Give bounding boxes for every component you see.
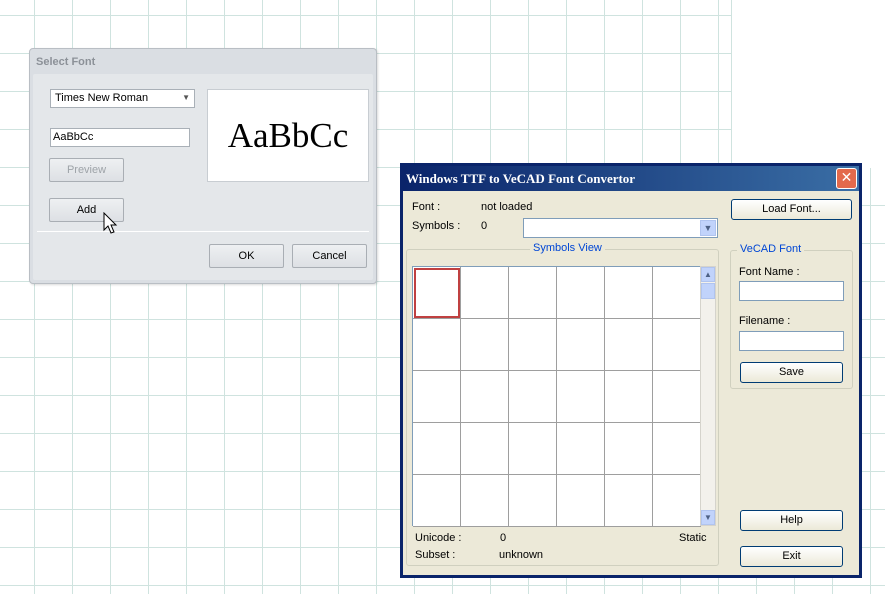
font-family-select[interactable]: Times New Roman ▼: [50, 89, 195, 108]
font-label: Font :: [412, 201, 441, 213]
font-preview-text: AaBbCc: [227, 116, 349, 155]
symbols-scrollbar[interactable]: ▲ ▼: [700, 266, 716, 526]
font-family-value: Times New Roman: [55, 92, 149, 104]
preview-button[interactable]: Preview: [49, 158, 124, 182]
symbol-cell[interactable]: [509, 475, 557, 527]
symbol-cell[interactable]: [461, 475, 509, 527]
symbol-cell[interactable]: [461, 423, 509, 475]
symbol-cell[interactable]: [557, 371, 605, 423]
symbol-cell[interactable]: [557, 475, 605, 527]
static-label: Static: [679, 532, 707, 544]
symbol-cell[interactable]: [653, 267, 701, 319]
symbol-cell[interactable]: [461, 267, 509, 319]
chevron-down-icon: ▼: [182, 93, 190, 102]
symbol-cell[interactable]: [461, 371, 509, 423]
symbol-cell[interactable]: [605, 371, 653, 423]
dialog-title: Select Font: [36, 56, 96, 68]
font-convertor-window: Windows TTF to VeCAD Font Convertor ✕ Fo…: [400, 163, 862, 578]
symbol-cell[interactable]: [605, 319, 653, 371]
symbols-combo[interactable]: ▼: [523, 218, 718, 238]
close-icon[interactable]: ✕: [836, 168, 857, 189]
cancel-button[interactable]: Cancel: [292, 244, 367, 268]
window-titlebar[interactable]: Windows TTF to VeCAD Font Convertor ✕: [403, 166, 859, 191]
symbol-cell[interactable]: [605, 475, 653, 527]
symbols-grid: [412, 266, 701, 527]
symbol-cell[interactable]: [509, 371, 557, 423]
save-button[interactable]: Save: [740, 362, 843, 383]
unicode-label: Unicode :: [415, 532, 462, 544]
symbol-cell[interactable]: [557, 319, 605, 371]
divider: [37, 231, 369, 232]
symbols-label: Symbols :: [412, 220, 461, 232]
canvas-white-area: [731, 0, 885, 168]
symbol-cell[interactable]: [653, 371, 701, 423]
symbol-cell[interactable]: [413, 267, 461, 319]
sample-text-input[interactable]: AaBbCc: [50, 128, 190, 147]
symbol-cell[interactable]: [605, 423, 653, 475]
symbol-cell[interactable]: [653, 319, 701, 371]
font-value: not loaded: [481, 201, 533, 213]
symbol-cell[interactable]: [413, 475, 461, 527]
select-font-dialog: Select Font Times New Roman ▼ AaBbCc Pre…: [29, 48, 377, 284]
symbol-cell[interactable]: [557, 423, 605, 475]
filename-label: Filename :: [739, 315, 791, 327]
symbol-cell[interactable]: [413, 371, 461, 423]
symbol-cell[interactable]: [413, 423, 461, 475]
unicode-value: 0: [500, 532, 507, 544]
chevron-down-icon[interactable]: ▼: [701, 510, 715, 525]
exit-button[interactable]: Exit: [740, 546, 843, 567]
load-font-button[interactable]: Load Font...: [731, 199, 852, 220]
window-body: Font : not loaded Symbols : 0 ▼ Symbols …: [403, 191, 859, 575]
symbol-cell[interactable]: [653, 475, 701, 527]
font-preview-box: AaBbCc: [207, 89, 369, 182]
filename-input[interactable]: [739, 331, 844, 351]
chevron-up-icon[interactable]: ▲: [701, 267, 715, 282]
symbol-cell[interactable]: [509, 267, 557, 319]
help-button[interactable]: Help: [740, 510, 843, 531]
symbol-cell[interactable]: [653, 423, 701, 475]
mouse-cursor-icon: [103, 212, 118, 234]
subset-value: unknown: [499, 549, 544, 561]
symbol-cell[interactable]: [509, 423, 557, 475]
symbol-cell[interactable]: [461, 319, 509, 371]
font-name-input[interactable]: [739, 281, 844, 301]
symbol-cell[interactable]: [605, 267, 653, 319]
subset-label: Subset :: [415, 549, 456, 561]
symbols-value: 0: [481, 220, 488, 232]
vecad-font-title: VeCAD Font: [737, 243, 805, 255]
symbol-cell[interactable]: [509, 319, 557, 371]
symbol-cell[interactable]: [557, 267, 605, 319]
font-name-label: Font Name :: [739, 266, 800, 278]
symbols-view-title: Symbols View: [530, 242, 605, 254]
scroll-thumb[interactable]: [701, 283, 715, 299]
symbol-cell[interactable]: [413, 319, 461, 371]
window-title: Windows TTF to VeCAD Font Convertor: [406, 171, 636, 186]
chevron-down-icon[interactable]: ▼: [700, 220, 716, 236]
ok-button[interactable]: OK: [209, 244, 284, 268]
dialog-body: Times New Roman ▼ AaBbCc Preview Add AaB…: [33, 74, 373, 280]
